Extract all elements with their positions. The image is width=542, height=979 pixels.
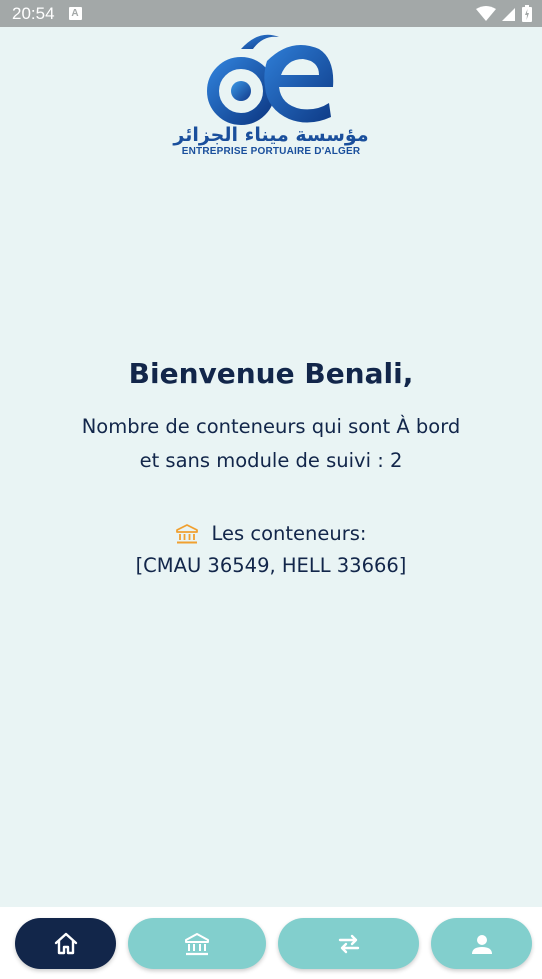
home-icon <box>54 932 77 954</box>
container-count-text: Nombre de conteneurs qui sont À bord et … <box>0 410 542 478</box>
main-content: Bienvenue Benali, Nombre de conteneurs q… <box>0 352 542 582</box>
logo-arabic-text: مؤسسة ميناء الجزائر <box>173 124 369 146</box>
containers-list: [CMAU 36549, HELL 33666] <box>135 554 407 577</box>
bank-icon <box>175 524 198 544</box>
containers-section: Les conteneurs: [CMAU 36549, HELL 33666] <box>0 518 542 582</box>
nav-home-button[interactable] <box>15 918 116 969</box>
containers-title-row: Les conteneurs: <box>0 518 542 550</box>
nav-transfer-button[interactable] <box>278 918 419 969</box>
bank-icon <box>185 932 209 955</box>
signal-icon <box>502 7 515 21</box>
container-count-line-1: Nombre de conteneurs qui sont À bord <box>81 415 461 438</box>
status-time: 20:54 <box>12 3 55 23</box>
welcome-heading: Bienvenue Benali, <box>128 357 414 390</box>
nav-containers-button[interactable] <box>128 918 266 969</box>
app-notification-icon: A <box>68 7 82 20</box>
status-bar: 20:54 A <box>0 0 542 27</box>
nav-profile-button[interactable] <box>431 918 532 969</box>
logo-latin-text: ENTREPRISE PORTUAIRE D'ALGER <box>181 146 361 157</box>
company-logo: مؤسسة ميناء الجزائر ENTREPRISE PORTUAIRE… <box>0 29 542 157</box>
logo-mark-icon <box>207 34 334 125</box>
wifi-icon <box>476 5 496 21</box>
container-count-line-2: et sans module de suivi : 2 <box>139 449 403 472</box>
containers-title: Les conteneurs: <box>211 522 367 545</box>
person-icon <box>471 934 492 954</box>
transfer-arrows-icon <box>338 934 359 953</box>
bottom-navigation <box>0 907 542 979</box>
battery-icon <box>522 5 532 22</box>
